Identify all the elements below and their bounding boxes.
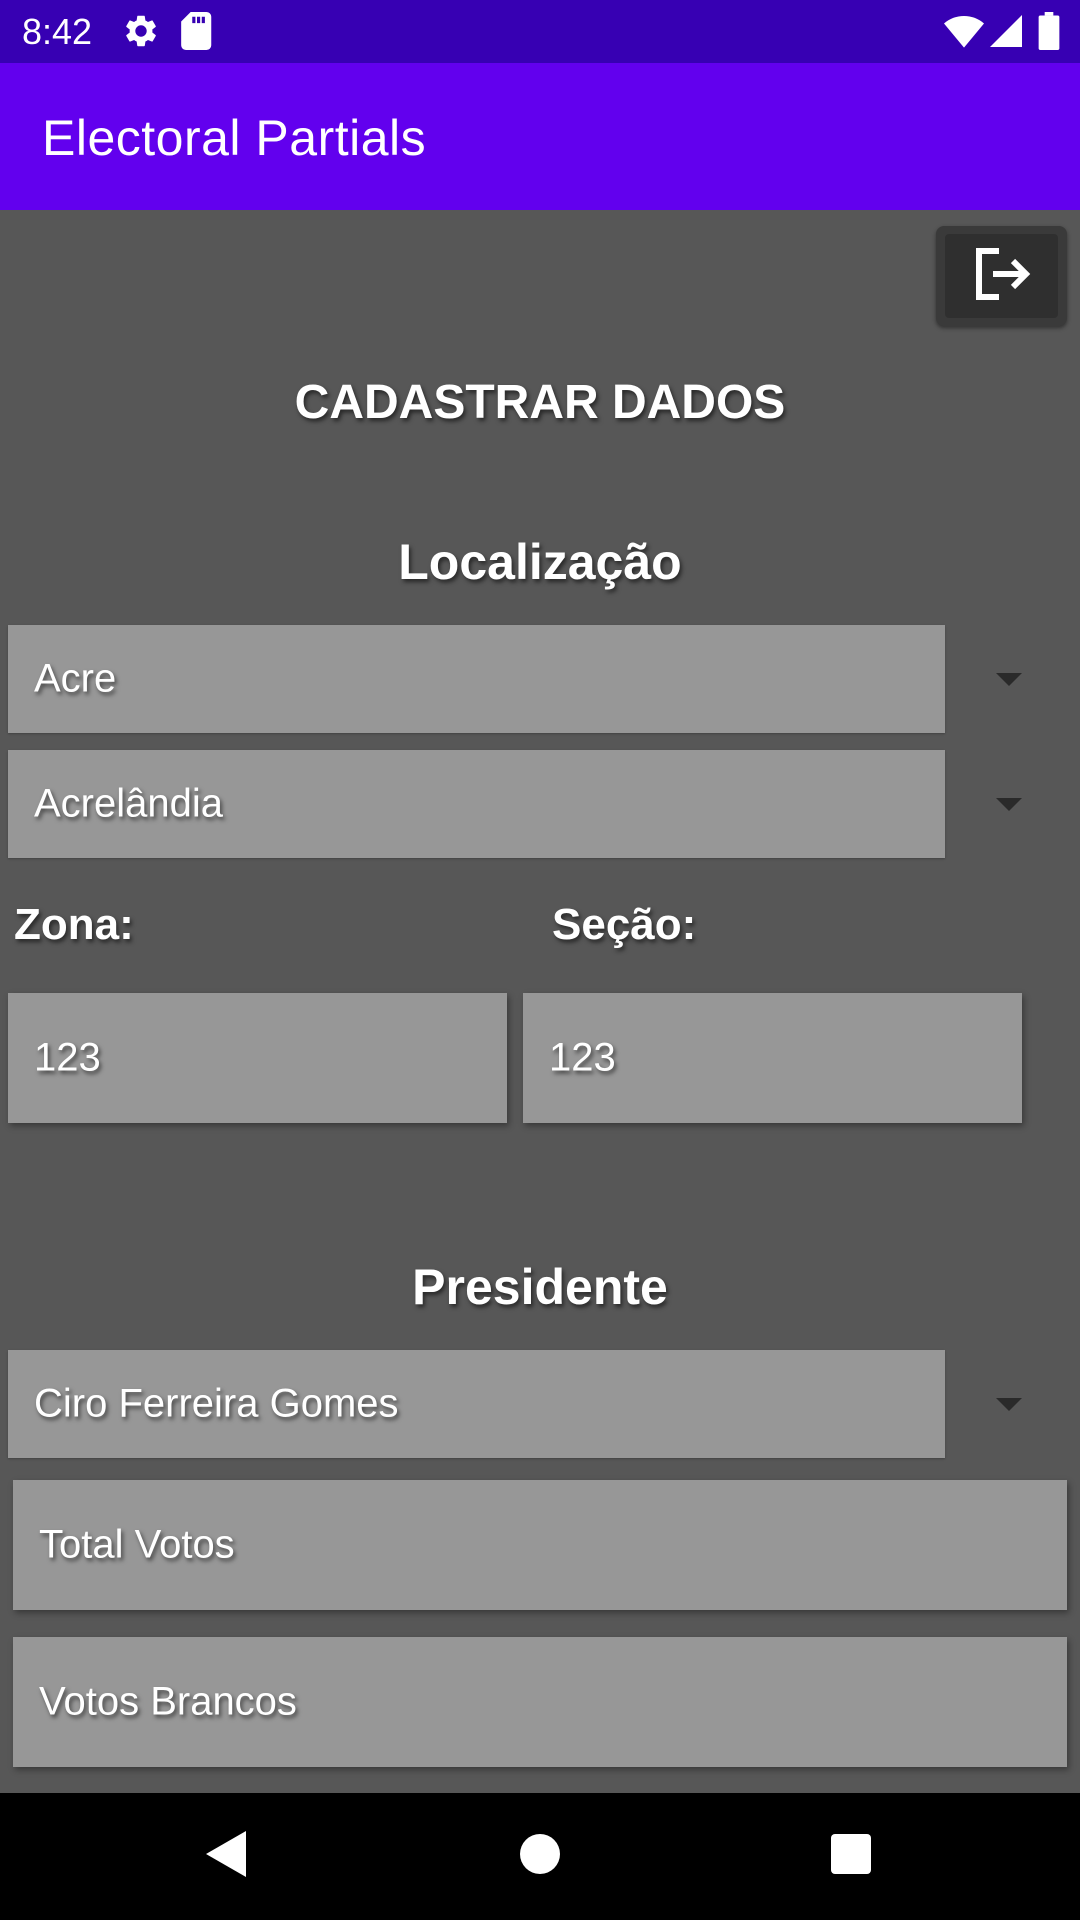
location-heading: Localização (398, 534, 682, 590)
form-title: CADASTRAR DADOS (294, 376, 786, 429)
recents-icon (831, 1834, 871, 1879)
total-votes-placeholder: Total Votos (39, 1522, 235, 1567)
navigation-bar (0, 1793, 1080, 1920)
form-content: CADASTRAR DADOS Localização Acre Acrelân… (0, 210, 1080, 1793)
app-screen: 8:42 Electoral Partials CADASTRAR DADOS … (0, 0, 1080, 1920)
state-select-value: Acre (34, 656, 117, 701)
zone-input-value: 123 (34, 1035, 101, 1080)
president-heading: Presidente (412, 1259, 668, 1315)
signal-icon (990, 14, 1022, 53)
chevron-down-icon[interactable] (996, 1398, 1022, 1411)
zone-input[interactable]: 123 (8, 993, 507, 1123)
home-icon (520, 1834, 560, 1879)
wifi-icon (944, 14, 984, 53)
battery-icon (1038, 12, 1060, 55)
blank-votes-placeholder: Votos Brancos (39, 1679, 297, 1724)
logout-button[interactable] (936, 226, 1067, 326)
sd-card-icon (180, 12, 214, 55)
section-input[interactable]: 123 (523, 993, 1022, 1123)
app-bar: Electoral Partials (0, 63, 1080, 210)
city-select[interactable]: Acrelândia (8, 750, 945, 858)
chevron-down-icon[interactable] (996, 798, 1022, 811)
back-button[interactable] (156, 1793, 296, 1920)
section-input-value: 123 (549, 1035, 616, 1080)
section-label: Seção: (552, 900, 697, 949)
logout-button-surface (945, 234, 1058, 318)
zone-label: Zona: (14, 900, 134, 949)
settings-icon (122, 12, 160, 55)
total-votes-input[interactable]: Total Votos (13, 1480, 1067, 1610)
status-time: 8:42 (22, 11, 93, 52)
status-bar: 8:42 (0, 0, 1080, 63)
candidate-select-value: Ciro Ferreira Gomes (34, 1381, 399, 1426)
back-icon (206, 1831, 246, 1882)
candidate-select[interactable]: Ciro Ferreira Gomes (8, 1350, 945, 1458)
home-button[interactable] (470, 1793, 610, 1920)
recents-button[interactable] (781, 1793, 921, 1920)
city-select-value: Acrelândia (34, 781, 224, 826)
app-title: Electoral Partials (42, 110, 427, 166)
chevron-down-icon[interactable] (996, 673, 1022, 686)
state-select[interactable]: Acre (8, 625, 945, 733)
logout-icon (973, 247, 1031, 306)
blank-votes-input[interactable]: Votos Brancos (13, 1637, 1067, 1767)
